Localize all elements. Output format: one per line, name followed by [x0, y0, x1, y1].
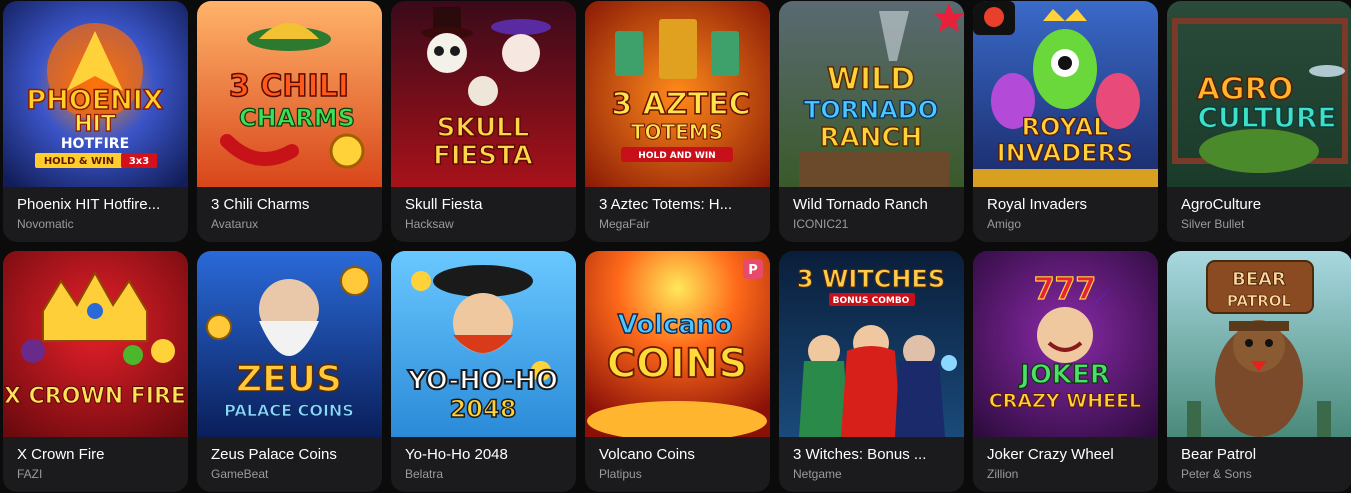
art-title-line-2: TOTEMS — [631, 120, 723, 144]
art-title-line-2: CULTURE — [1197, 101, 1336, 134]
game-provider: Belatra — [405, 467, 444, 481]
game-thumbnail[interactable]: 777 JOKER CRAZY WHEEL — [973, 251, 1158, 437]
provider-logo-icon — [984, 7, 1004, 27]
game-provider: Peter & Sons — [1181, 467, 1252, 481]
game-card-yo-ho-ho-2048[interactable]: YO-HO-HO 2048 Yo-Ho-Ho 2048 Belatra — [391, 251, 576, 492]
game-card-volcano-coins[interactable]: P Volcano COINS Volcano Coins Platipus — [585, 251, 770, 492]
game-card-royal-invaders[interactable]: ROYAL INVADERS Royal Invaders Amigo — [973, 1, 1158, 242]
game-title[interactable]: 3 Chili Charms — [211, 195, 372, 215]
art-title-line-3: CRAZY WHEEL — [989, 390, 1141, 412]
art-title-line-1: X CROWN FIRE — [4, 384, 186, 409]
game-thumbnail[interactable]: P Volcano COINS — [585, 251, 770, 437]
game-provider: Avatarux — [211, 217, 259, 231]
game-provider: FAZI — [17, 467, 43, 481]
game-grid: PHOENIX HIT HOTFIRE HOLD & WIN 3x3 Phoen… — [0, 0, 1351, 493]
game-title[interactable]: 3 Witches: Bonus ... — [793, 445, 954, 465]
art-title-line-1: 3 WITCHES — [797, 265, 945, 293]
art-title-line-2: 2048 — [450, 395, 517, 423]
art-title-line-1: ROYAL — [1022, 113, 1109, 141]
game-title[interactable]: Zeus Palace Coins — [211, 445, 372, 465]
game-title[interactable]: Yo-Ho-Ho 2048 — [405, 445, 566, 465]
art-title-line-2: PATROL — [1227, 292, 1292, 310]
art-title-line-1: 3 CHILI — [229, 69, 349, 104]
art-badge: HOLD & WIN — [44, 156, 114, 167]
game-card-3-aztec-totems[interactable]: 3 AZTEC TOTEMS HOLD AND WIN 3 Aztec Tote… — [585, 1, 770, 242]
game-title[interactable]: Wild Tornado Ranch — [793, 195, 954, 215]
art-title-line-2: HIT — [74, 112, 116, 137]
game-thumbnail[interactable]: PHOENIX HIT HOTFIRE HOLD & WIN 3x3 — [3, 1, 188, 187]
game-thumbnail[interactable]: 3 CHILI CHARMS — [197, 1, 382, 187]
art-title-line-2: JOKER — [1018, 360, 1110, 390]
game-thumbnail[interactable]: X CROWN FIRE — [3, 251, 188, 437]
game-card-skull-fiesta[interactable]: SKULL FIESTA Skull Fiesta Hacksaw — [391, 1, 576, 242]
art-title-line-1: SKULL — [437, 113, 530, 143]
game-provider: Hacksaw — [405, 217, 454, 231]
art-title-line-2: FIESTA — [433, 141, 533, 171]
art-badge: BONUS COMBO — [833, 296, 910, 306]
game-title[interactable]: X Crown Fire — [17, 445, 178, 465]
game-title[interactable]: 3 Aztec Totems: H... — [599, 195, 760, 215]
game-card-zeus-palace-coins[interactable]: ZEUS PALACE COINS Zeus Palace Coins Game… — [197, 251, 382, 492]
art-title-line-2: INVADERS — [997, 139, 1134, 167]
game-provider: Novomatic — [17, 217, 74, 231]
art-title-line-1: 777 — [1034, 272, 1097, 307]
game-title[interactable]: Bear Patrol — [1181, 445, 1342, 465]
p-badge-icon: P — [748, 263, 758, 278]
game-thumbnail[interactable]: YO-HO-HO 2048 — [391, 251, 576, 437]
game-title[interactable]: Volcano Coins — [599, 445, 760, 465]
game-title[interactable]: Joker Crazy Wheel — [987, 445, 1148, 465]
art-badge: HOLD AND WIN — [638, 151, 715, 161]
game-thumbnail[interactable]: BEAR PATROL — [1167, 251, 1351, 437]
game-provider: GameBeat — [211, 467, 269, 481]
game-thumbnail[interactable]: AGRO CULTURE — [1167, 1, 1351, 187]
art-title-line-3: HOTFIRE — [61, 136, 129, 152]
game-provider: Amigo — [987, 217, 1022, 231]
game-thumbnail[interactable]: 3 AZTEC TOTEMS HOLD AND WIN — [585, 1, 770, 187]
game-thumbnail[interactable]: SKULL FIESTA — [391, 1, 576, 187]
game-provider: ICONIC21 — [793, 217, 849, 231]
game-title[interactable]: Skull Fiesta — [405, 195, 566, 215]
art-title-line-1: YO-HO-HO — [407, 366, 558, 396]
game-thumbnail[interactable]: WILD TORNADO RANCH — [779, 1, 964, 187]
game-card-joker-crazy-wheel[interactable]: 777 JOKER CRAZY WHEEL Joker Crazy Wheel … — [973, 251, 1158, 492]
game-card-x-crown-fire[interactable]: X CROWN FIRE X Crown Fire FAZI — [3, 251, 188, 492]
game-provider: Silver Bullet — [1181, 217, 1245, 231]
game-title[interactable]: Phoenix HIT Hotfire... — [17, 195, 178, 215]
game-title[interactable]: Royal Invaders — [987, 195, 1148, 215]
art-title-line-1: BEAR — [1232, 269, 1286, 290]
game-thumbnail[interactable]: ROYAL INVADERS — [973, 1, 1158, 187]
game-card-bear-patrol[interactable]: BEAR PATROL Bear Patrol Peter & Sons — [1167, 251, 1351, 492]
game-provider: Platipus — [599, 467, 642, 481]
game-card-3-chili-charms[interactable]: 3 CHILI CHARMS 3 Chili Charms Avatarux — [197, 1, 382, 242]
art-title-line-2: TORNADO — [804, 96, 938, 124]
art-title-line-1: ZEUS — [236, 359, 342, 400]
game-provider: MegaFair — [599, 217, 650, 231]
game-card-phoenix-hit[interactable]: PHOENIX HIT HOTFIRE HOLD & WIN 3x3 Phoen… — [3, 1, 188, 242]
game-card-agroculture[interactable]: AGRO CULTURE AgroCulture Silver Bullet — [1167, 1, 1351, 242]
art-title-line-1: Volcano — [618, 310, 733, 340]
game-provider: Netgame — [793, 467, 842, 481]
art-title-line-2: PALACE COINS — [224, 401, 354, 420]
art-title-line-2: COINS — [607, 341, 748, 387]
art-title-line-1: 3 AZTEC — [611, 87, 750, 122]
game-title[interactable]: AgroCulture — [1181, 195, 1342, 215]
game-provider: Zillion — [987, 467, 1019, 481]
game-card-wild-tornado-ranch[interactable]: WILD TORNADO RANCH Wild Tornado Ranch IC… — [779, 1, 964, 242]
game-thumbnail[interactable]: ZEUS PALACE COINS — [197, 251, 382, 437]
game-card-3-witches[interactable]: 3 WITCHES BONUS COMBO 3 Witches: Bonus .… — [779, 251, 964, 492]
art-badge-2: 3x3 — [129, 156, 149, 167]
art-title-line-1: WILD — [827, 62, 915, 97]
art-title-line-2: CHARMS — [239, 104, 355, 132]
game-thumbnail[interactable]: 3 WITCHES BONUS COMBO — [779, 251, 964, 437]
art-title-line-3: RANCH — [820, 123, 923, 153]
